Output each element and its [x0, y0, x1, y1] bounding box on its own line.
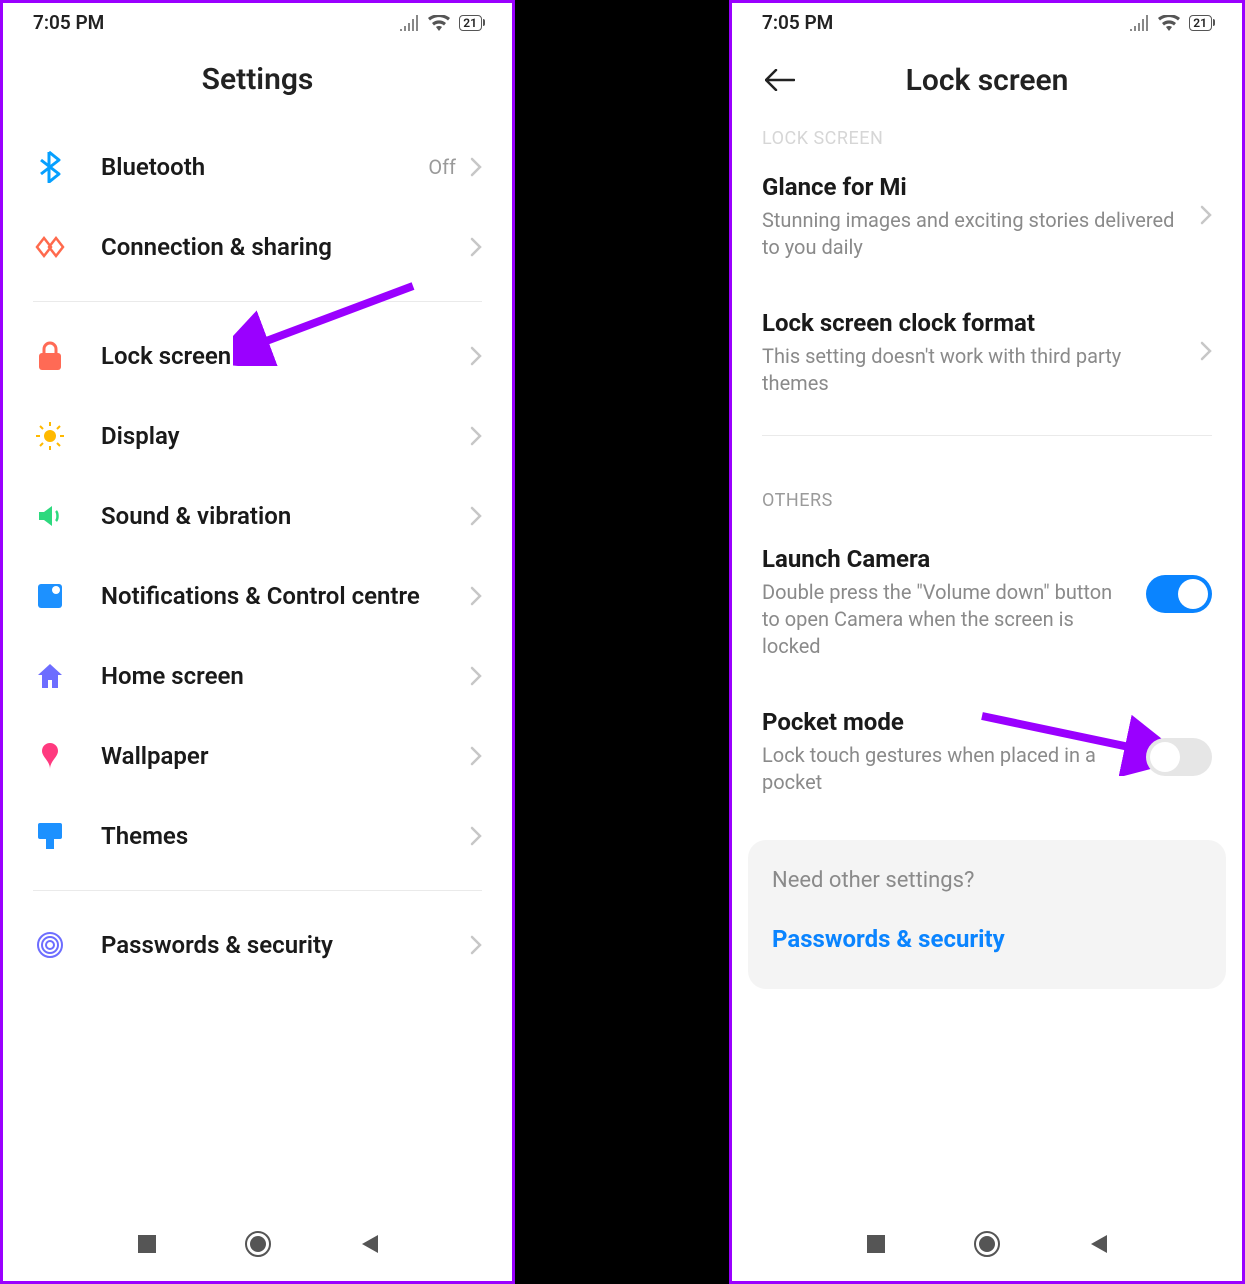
nav-back-icon[interactable]: [1087, 1233, 1109, 1259]
chevron-right-icon: [470, 426, 482, 446]
need-other-settings-card: Need other settings? Passwords & securit…: [748, 840, 1226, 989]
status-time: 7:05 PM: [33, 11, 104, 34]
list-item-value: Off: [428, 155, 456, 179]
lockscreen-group: Glance for Mi Stunning images and excitin…: [732, 149, 1242, 421]
nav-bar: [3, 1215, 512, 1281]
divider: [33, 890, 482, 891]
nav-bar: [732, 1215, 1242, 1281]
battery-icon: 21: [1189, 15, 1212, 31]
status-bar: 7:05 PM 21: [3, 3, 512, 40]
toggle-launch-camera[interactable]: [1146, 575, 1212, 613]
chevron-right-icon: [1200, 205, 1212, 225]
detail-item-lock-screen-clock-format[interactable]: Lock screen clock format This setting doe…: [732, 285, 1242, 421]
detail-item-launch-camera[interactable]: Launch Camera Double press the "Volume do…: [732, 521, 1242, 684]
list-item-label: Lock screen: [101, 342, 470, 370]
settings-item-connection-sharing[interactable]: Connection & sharing: [33, 207, 482, 287]
chevron-right-icon: [470, 346, 482, 366]
section-header-truncated: LOCK SCREEN: [732, 128, 1242, 149]
list-item-label: Themes: [101, 822, 470, 850]
phone-lockscreen: 7:05 PM 21 Lock screen LOCK SCREEN Glanc…: [729, 0, 1245, 1284]
section-header-others: OTHERS: [732, 490, 1242, 511]
nav-back-icon[interactable]: [358, 1233, 380, 1259]
chevron-right-icon: [1200, 341, 1212, 361]
wallpaper-icon: [33, 739, 67, 773]
detail-desc: This setting doesn't work with third par…: [762, 343, 1180, 397]
nav-home-icon[interactable]: [972, 1229, 1002, 1263]
toggle-pocket-mode[interactable]: [1146, 738, 1212, 776]
detail-desc: Double press the "Volume down" button to…: [762, 579, 1126, 660]
sound-icon: [33, 499, 67, 533]
detail-desc: Stunning images and exciting stories del…: [762, 207, 1180, 261]
theme-icon: [33, 819, 67, 853]
detail-title: Pocket mode: [762, 708, 1126, 736]
divider: [762, 435, 1212, 436]
wifi-icon: [428, 15, 450, 31]
connection-icon: [33, 230, 67, 264]
fingerprint-icon: [33, 928, 67, 962]
chevron-right-icon: [470, 666, 482, 686]
title-bar: Settings: [3, 40, 512, 127]
list-item-label: Passwords & security: [101, 931, 470, 959]
settings-list-group-1: BluetoothOff Connection & sharing: [3, 127, 512, 287]
detail-title: Lock screen clock format: [762, 309, 1180, 337]
phone-settings: 7:05 PM 21 Settings BluetoothOff Connecti…: [0, 0, 515, 1284]
chevron-right-icon: [470, 935, 482, 955]
status-indicators: 21: [1129, 15, 1212, 31]
signal-icon: [1129, 15, 1149, 31]
page-title: Lock screen: [798, 63, 1176, 98]
divider: [33, 301, 482, 302]
settings-item-wallpaper[interactable]: Wallpaper: [33, 716, 482, 796]
arrow-left-icon: [765, 69, 795, 91]
sun-icon: [33, 419, 67, 453]
chevron-right-icon: [470, 157, 482, 177]
chevron-right-icon: [470, 586, 482, 606]
list-item-label: Wallpaper: [101, 742, 470, 770]
list-item-label: Connection & sharing: [101, 233, 470, 261]
settings-item-sound-vibration[interactable]: Sound & vibration: [33, 476, 482, 556]
status-time: 7:05 PM: [762, 11, 833, 34]
list-item-label: Display: [101, 422, 470, 450]
bluetooth-icon: [33, 150, 67, 184]
settings-list-group-3: Passwords & security: [3, 905, 512, 985]
list-item-label: Bluetooth: [101, 153, 428, 181]
settings-item-home-screen[interactable]: Home screen: [33, 636, 482, 716]
others-group: Launch Camera Double press the "Volume do…: [732, 521, 1242, 820]
home-icon: [33, 659, 67, 693]
signal-icon: [399, 15, 419, 31]
battery-icon: 21: [459, 15, 482, 31]
lock-icon: [33, 339, 67, 373]
detail-desc: Lock touch gestures when placed in a poc…: [762, 742, 1126, 796]
notif-icon: [33, 579, 67, 613]
settings-item-passwords-security[interactable]: Passwords & security: [33, 905, 482, 985]
list-item-label: Home screen: [101, 662, 470, 690]
card-heading: Need other settings?: [772, 868, 1202, 893]
detail-item-pocket-mode[interactable]: Pocket mode Lock touch gestures when plac…: [732, 684, 1242, 820]
settings-item-bluetooth[interactable]: BluetoothOff: [33, 127, 482, 207]
passwords-security-link[interactable]: Passwords & security: [772, 925, 1202, 953]
status-indicators: 21: [399, 15, 482, 31]
settings-item-notifications-control-centre[interactable]: Notifications & Control centre: [33, 556, 482, 636]
settings-item-themes[interactable]: Themes: [33, 796, 482, 876]
chevron-right-icon: [470, 237, 482, 257]
title-bar: Lock screen: [732, 40, 1242, 128]
back-button[interactable]: [762, 62, 798, 98]
chevron-right-icon: [470, 506, 482, 526]
detail-title: Glance for Mi: [762, 173, 1180, 201]
nav-recents-icon[interactable]: [136, 1233, 158, 1259]
list-item-label: Sound & vibration: [101, 502, 470, 530]
detail-item-glance-for-mi[interactable]: Glance for Mi Stunning images and excitin…: [732, 149, 1242, 285]
wifi-icon: [1158, 15, 1180, 31]
page-title: Settings: [33, 62, 482, 97]
settings-item-display[interactable]: Display: [33, 396, 482, 476]
list-item-label: Notifications & Control centre: [101, 582, 470, 610]
settings-item-lock-screen[interactable]: Lock screen: [33, 316, 482, 396]
detail-title: Launch Camera: [762, 545, 1126, 573]
status-bar: 7:05 PM 21: [732, 3, 1242, 40]
settings-list-group-2: Lock screen Display Sound & vibration Notif…: [3, 316, 512, 876]
nav-recents-icon[interactable]: [865, 1233, 887, 1259]
chevron-right-icon: [470, 826, 482, 846]
nav-home-icon[interactable]: [243, 1229, 273, 1263]
chevron-right-icon: [470, 746, 482, 766]
